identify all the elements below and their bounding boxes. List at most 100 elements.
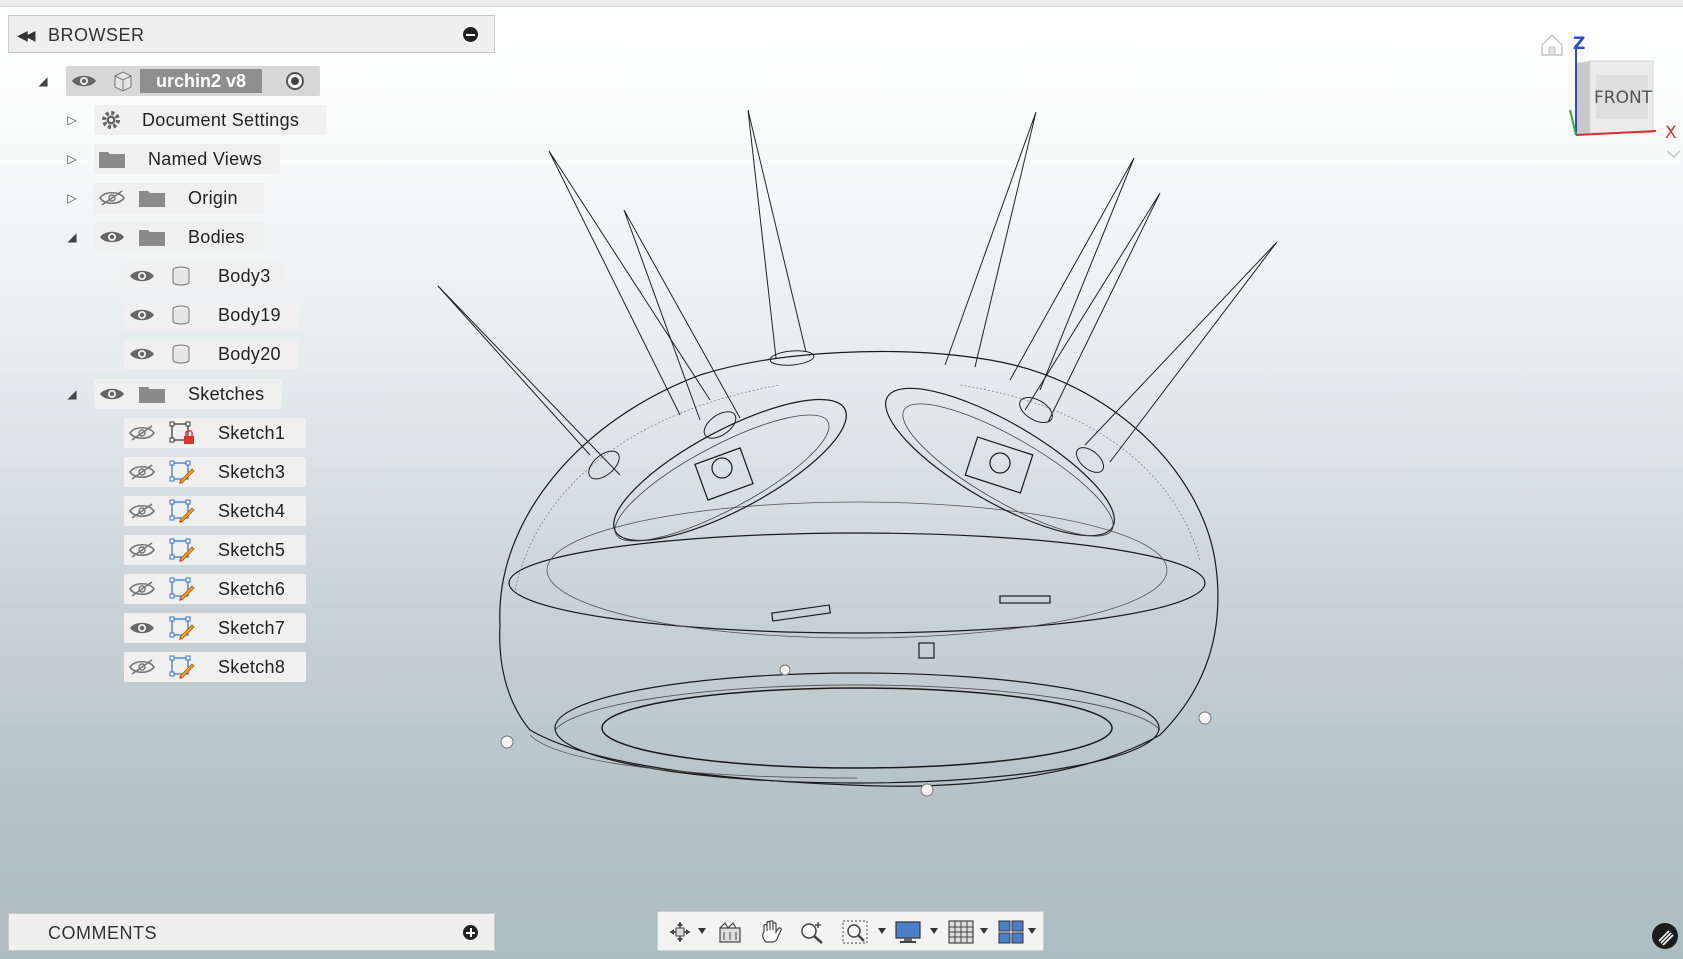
eye-hidden-icon[interactable] [128,542,156,558]
sketch-label: Sketch4 [218,501,286,521]
tree-row-sketch[interactable]: Sketch4 [0,496,330,526]
body-node[interactable]: Body3 [124,261,286,291]
tree-row-sketch[interactable]: Sketch6 [0,574,330,604]
orbit-menu-caret-icon[interactable] [698,928,706,934]
eye-icon[interactable] [98,386,126,402]
feedback-badge-icon[interactable] [1652,923,1678,949]
root-component-label: urchin2 v8 [140,69,262,93]
sketch-node[interactable]: Sketch6 [124,574,306,604]
axis-z-label: Z [1573,34,1585,54]
viewports-menu-caret-icon[interactable] [1028,928,1036,934]
axis-x-label: X [1665,123,1677,143]
body-node[interactable]: Body20 [124,339,299,369]
body-icon [172,305,190,325]
eye-icon[interactable] [128,620,156,636]
sketch-node[interactable]: Sketch4 [124,496,306,526]
minimize-panel-icon[interactable] [463,27,478,42]
tree-row-document-settings[interactable]: ▷ Document Settings [0,105,330,135]
root-component-node[interactable]: urchin2 v8 [66,66,320,96]
view-cube[interactable]: Z X FRONT [1530,25,1680,165]
sketch-node[interactable]: Sketch3 [124,457,306,487]
grid-icon[interactable] [948,920,974,944]
origin-node[interactable]: Origin [94,183,264,213]
expanded-triangle-icon[interactable]: ◢ [64,229,80,245]
add-comment-icon[interactable] [463,925,478,940]
sketch-label: Sketch5 [218,540,286,560]
zoom-menu-caret-icon[interactable] [878,928,886,934]
tree-row-sketch[interactable]: Sketch8 [0,652,330,682]
component-icon [114,71,132,92]
tree-row-bodies[interactable]: ◢ Bodies [0,222,330,252]
grid-menu-caret-icon[interactable] [980,928,988,934]
eye-icon[interactable] [128,268,156,284]
cube-menu-icon[interactable] [1666,150,1680,159]
expanded-triangle-icon[interactable]: ◢ [64,386,80,402]
tree-root-row[interactable]: ◢ urchin2 v8 [0,66,330,96]
sketch-icon [169,460,195,484]
eye-hidden-icon[interactable] [128,425,156,441]
body-node[interactable]: Body19 [124,300,299,330]
zoom-icon[interactable] [798,920,826,944]
look-at-icon[interactable] [716,920,744,944]
document-settings-node[interactable]: Document Settings [94,105,326,135]
activate-component-radio[interactable] [286,72,304,90]
sketch-icon [169,538,195,562]
tree-row-sketch[interactable]: Sketch5 [0,535,330,565]
expanded-triangle-icon[interactable]: ◢ [35,73,51,89]
sketch-node[interactable]: Sketch7 [124,613,306,643]
fit-icon[interactable] [842,920,870,944]
body-label: Body19 [218,305,281,325]
eye-hidden-icon[interactable] [128,581,156,597]
collapsed-triangle-icon[interactable]: ▷ [64,112,80,128]
eye-icon[interactable] [128,346,156,362]
tree-row-body[interactable]: Body20 [0,339,330,369]
eye-icon[interactable] [128,307,156,323]
origin-label: Origin [188,188,238,208]
cube-face-front[interactable]: FRONT [1594,88,1653,108]
named-views-node[interactable]: Named Views [94,144,280,174]
sketch-icon [169,655,195,679]
sketch-label: Sketch8 [218,657,286,677]
tree-row-body[interactable]: Body3 [0,261,330,291]
bodies-node[interactable]: Bodies [94,222,264,252]
sketches-node[interactable]: Sketches [94,379,282,409]
tree-row-sketch[interactable]: Sketch7 [0,613,330,643]
folder-icon [139,387,165,403]
collapse-panel-icon[interactable]: ◀◀ [17,25,39,45]
sketch-label: Sketch6 [218,579,286,599]
sketch-node[interactable]: Sketch8 [124,652,306,682]
home-icon[interactable] [1541,33,1563,56]
display-settings-icon[interactable] [894,920,922,944]
eye-icon[interactable] [98,229,126,245]
gear-icon [102,111,120,129]
display-menu-caret-icon[interactable] [930,928,938,934]
sketch-node[interactable]: Sketch1 [124,418,306,448]
body-label: Body3 [218,266,271,286]
tree-row-sketches[interactable]: ◢ Sketches [0,379,330,409]
sketch-label: Sketch3 [218,462,286,482]
body-icon [172,344,190,364]
tree-row-sketch[interactable]: Sketch3 [0,457,330,487]
tree-row-named-views[interactable]: ▷ Named Views [0,144,330,174]
comments-title: COMMENTS [48,923,157,943]
sketch-label: Sketch1 [218,423,286,443]
collapsed-triangle-icon[interactable]: ▷ [64,151,80,167]
comments-panel-header[interactable]: COMMENTS [8,913,495,951]
body-icon [172,266,190,286]
eye-hidden-icon[interactable] [128,503,156,519]
pan-icon[interactable] [758,920,786,944]
collapsed-triangle-icon[interactable]: ▷ [64,190,80,206]
tree-row-origin[interactable]: ▷ Origin [0,183,330,213]
sketch-node[interactable]: Sketch5 [124,535,306,565]
canvas-viewport[interactable]: Z X FRONT ◀◀ BROWSER ◢ urchin2 v8 ▷ Docu… [0,0,1683,959]
tree-row-sketch[interactable]: Sketch1 [0,418,330,448]
viewports-icon[interactable] [998,920,1024,944]
eye-hidden-icon[interactable] [128,464,156,480]
tree-row-body[interactable]: Body19 [0,300,330,330]
folder-icon [99,152,125,168]
eye-icon[interactable] [70,73,98,89]
orbit-icon[interactable] [666,920,694,944]
sketch-icon [169,616,195,640]
eye-hidden-icon[interactable] [128,659,156,675]
eye-hidden-icon[interactable] [98,190,126,206]
